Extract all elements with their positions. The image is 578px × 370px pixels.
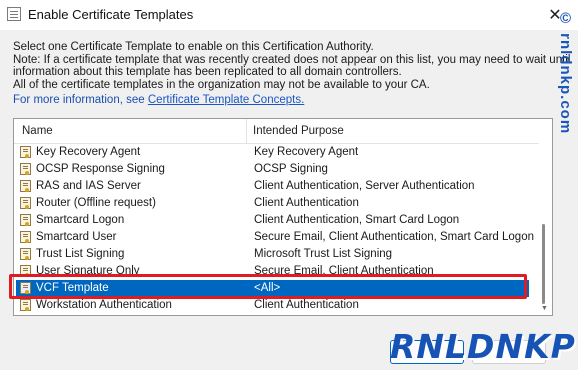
template-name: Smartcard User xyxy=(36,231,117,243)
instruction-line: All of the certificate templates in the … xyxy=(13,78,430,91)
template-name: RAS and IAS Server xyxy=(36,180,141,192)
more-info-text: For more information, see Certificate Te… xyxy=(13,94,304,106)
column-header-name[interactable]: Name xyxy=(22,125,53,137)
template-purpose: Key Recovery Agent xyxy=(254,146,359,158)
certificate-template-icon xyxy=(20,248,31,260)
template-name: Key Recovery Agent xyxy=(36,146,141,158)
certificate-template-concepts-link[interactable]: Certificate Template Concepts. xyxy=(148,94,304,106)
scrollbar-thumb[interactable] xyxy=(542,224,545,304)
certificate-template-icon xyxy=(20,231,31,243)
certificate-template-icon xyxy=(20,214,31,226)
window-title: Enable Certificate Templates xyxy=(28,7,194,22)
scroll-down-arrow-icon[interactable]: ▼ xyxy=(541,305,548,312)
watermark-logo: RNLDNKP xyxy=(390,327,576,366)
list-item[interactable]: Trust List Signing Microsoft Trust List … xyxy=(16,246,529,263)
list-item[interactable]: Smartcard User Secure Email, Client Auth… xyxy=(16,229,534,246)
watermark-side-text: © rnldnkp.com xyxy=(557,10,574,135)
certificate-template-icon xyxy=(20,146,31,158)
template-name: Trust List Signing xyxy=(36,248,125,260)
template-name: OCSP Response Signing xyxy=(36,163,165,175)
certificate-template-icon xyxy=(20,180,31,192)
list-item[interactable]: Router (Offline request) Client Authenti… xyxy=(16,195,529,212)
title-bar: Enable Certificate Templates ✕ xyxy=(0,0,578,30)
template-purpose: Client Authentication xyxy=(254,197,359,209)
list-item[interactable]: Workstation Authentication Client Authen… xyxy=(16,297,529,314)
certificate-template-icon xyxy=(20,197,31,209)
template-purpose: Microsoft Trust List Signing xyxy=(254,248,393,260)
template-purpose: OCSP Signing xyxy=(254,163,328,175)
column-header-intended-purpose[interactable]: Intended Purpose xyxy=(253,125,344,137)
template-purpose: Secure Email, Client Authentication, Sma… xyxy=(254,231,534,243)
dialog-icon xyxy=(7,7,21,21)
list-header: Name Intended Purpose xyxy=(14,119,539,144)
instructions-text: Select one Certificate Template to enabl… xyxy=(13,41,571,91)
instruction-line: Select one Certificate Template to enabl… xyxy=(13,41,374,53)
template-purpose: Client Authentication, Server Authentica… xyxy=(254,180,475,192)
list-item[interactable]: Key Recovery Agent Key Recovery Agent xyxy=(16,144,529,161)
template-name: Workstation Authentication xyxy=(36,299,172,311)
template-name: Smartcard Logon xyxy=(36,214,125,226)
certificate-template-icon xyxy=(20,299,31,311)
instruction-line: information about this template has been… xyxy=(13,66,402,78)
list-item[interactable]: OCSP Response Signing OCSP Signing xyxy=(16,161,529,178)
list-item[interactable]: Smartcard Logon Client Authentication, S… xyxy=(16,212,529,229)
certificate-template-icon xyxy=(20,163,31,175)
column-divider[interactable] xyxy=(246,119,247,143)
template-purpose: Client Authentication, Smart Card Logon xyxy=(254,214,460,226)
selection-highlight-annotation xyxy=(9,274,527,299)
list-item[interactable]: RAS and IAS Server Client Authentication… xyxy=(16,178,529,195)
more-info-prefix: For more information, see xyxy=(13,94,145,106)
template-name: Router (Offline request) xyxy=(36,197,156,209)
template-purpose: Client Authentication xyxy=(254,299,359,311)
instruction-line: Note: If a certificate template that was… xyxy=(13,53,571,66)
list-scrollbar[interactable]: ▼ xyxy=(538,119,550,315)
